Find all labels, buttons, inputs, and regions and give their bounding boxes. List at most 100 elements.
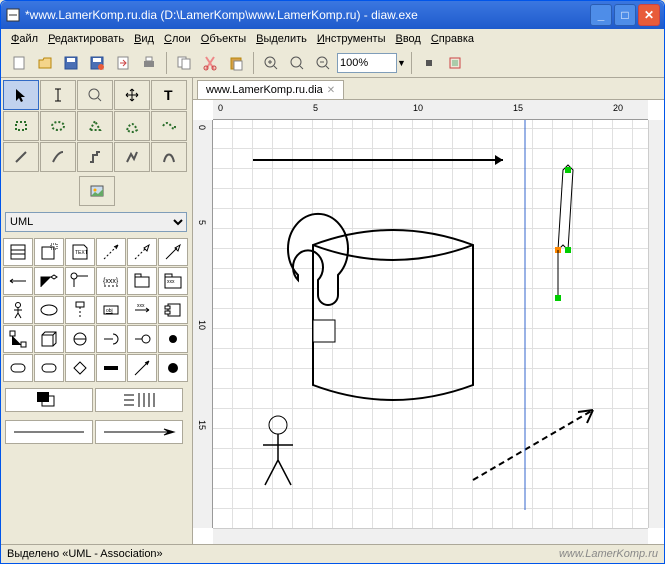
scrollbar-horizontal[interactable]	[213, 528, 648, 544]
tool-box[interactable]	[3, 111, 39, 141]
tool-zigzag[interactable]	[77, 142, 113, 172]
uml-classicon[interactable]	[65, 325, 95, 353]
uml-receptacle[interactable]	[96, 325, 126, 353]
menu-edit[interactable]: Редактировать	[44, 31, 128, 47]
uml-largepackage[interactable]: xxx	[158, 267, 188, 295]
tool-text-edit[interactable]	[40, 80, 76, 110]
uml-state[interactable]	[3, 354, 33, 382]
uml-dependency[interactable]	[96, 238, 126, 266]
uml-object[interactable]: obj	[96, 296, 126, 324]
export-button[interactable]	[111, 51, 135, 75]
menu-help[interactable]: Справка	[427, 31, 478, 47]
cut-button[interactable]	[198, 51, 222, 75]
zoom-button[interactable]	[285, 51, 309, 75]
svg-text:obj: obj	[106, 308, 113, 314]
uml-junction[interactable]	[158, 325, 188, 353]
app-icon	[5, 7, 21, 23]
uml-generalization[interactable]	[158, 238, 188, 266]
zoomin-button[interactable]	[259, 51, 283, 75]
saveas-button[interactable]	[85, 51, 109, 75]
tool-text[interactable]: T	[151, 80, 187, 110]
uml-component[interactable]	[158, 296, 188, 324]
copy-button[interactable]	[172, 51, 196, 75]
arrow-start[interactable]	[5, 420, 93, 444]
uml-constraint[interactable]: {xxx}	[96, 267, 126, 295]
tab-bar: www.LamerKomp.ru.dia ✕	[193, 78, 664, 100]
tab-close-icon[interactable]: ✕	[327, 85, 335, 96]
uml-message[interactable]: xxx	[127, 296, 157, 324]
tool-pointer[interactable]	[3, 80, 39, 110]
zoomout-button[interactable]	[311, 51, 335, 75]
uml-actor[interactable]	[3, 296, 33, 324]
status-text: Выделено «UML - Association»	[7, 548, 163, 560]
tool-line[interactable]	[3, 142, 39, 172]
statusbar: Выделено «UML - Association» www.LamerKo…	[1, 544, 664, 563]
open-button[interactable]	[33, 51, 57, 75]
tool-outline[interactable]	[151, 111, 187, 141]
scrollbar-vertical[interactable]	[648, 120, 664, 528]
menu-objects[interactable]: Объекты	[197, 31, 250, 47]
svg-text:xxx: xxx	[167, 279, 175, 285]
tool-scroll[interactable]	[114, 80, 150, 110]
uml-branch[interactable]	[65, 354, 95, 382]
arrow-end[interactable]	[95, 420, 183, 444]
window-title: *www.LamerKomp.ru.dia (D:\LamerKomp\www.…	[25, 8, 590, 22]
document-tab[interactable]: www.LamerKomp.ru.dia ✕	[197, 80, 344, 99]
uml-transition[interactable]	[127, 354, 157, 382]
tool-polyline[interactable]	[114, 142, 150, 172]
main-toolbar: ▼	[1, 49, 664, 78]
snap-toggle[interactable]	[443, 51, 467, 75]
tool-ellipse[interactable]	[40, 111, 76, 141]
paste-button[interactable]	[224, 51, 248, 75]
tool-image[interactable]	[79, 176, 115, 206]
diagram-content	[213, 120, 648, 528]
minimize-button[interactable]: _	[590, 4, 612, 26]
grid-toggle[interactable]	[417, 51, 441, 75]
menu-tools[interactable]: Инструменты	[313, 31, 390, 47]
uml-implements[interactable]	[65, 267, 95, 295]
svg-text:xxx: xxx	[137, 303, 145, 309]
uml-node[interactable]	[34, 325, 64, 353]
uml-feature[interactable]	[3, 325, 33, 353]
fg-bg-color[interactable]	[5, 388, 93, 412]
tool-beziergon[interactable]	[114, 111, 150, 141]
svg-text:T: T	[164, 87, 173, 103]
menu-layers[interactable]: Слои	[160, 31, 195, 47]
uml-aggregation[interactable]	[34, 267, 64, 295]
save-button[interactable]	[59, 51, 83, 75]
close-button[interactable]: ✕	[638, 4, 660, 26]
uml-fork[interactable]	[96, 354, 126, 382]
zoom-input[interactable]	[337, 53, 397, 73]
uml-note[interactable]: TEXT	[65, 238, 95, 266]
ruler-vertical: 0 5 10 15	[193, 120, 213, 528]
maximize-button[interactable]: □	[614, 4, 636, 26]
new-button[interactable]	[7, 51, 31, 75]
menu-view[interactable]: Вид	[130, 31, 158, 47]
toolbox-panel: T UML TEXT	[1, 78, 193, 544]
canvas[interactable]	[213, 120, 648, 528]
uml-initial[interactable]	[158, 354, 188, 382]
shape-palette: TEXT {xxx} xxx obj xxx	[1, 236, 192, 384]
print-button[interactable]	[137, 51, 161, 75]
uml-provide[interactable]	[127, 325, 157, 353]
tool-bezier[interactable]	[151, 142, 187, 172]
uml-realizes[interactable]	[127, 238, 157, 266]
titlebar[interactable]: *www.LamerKomp.ru.dia (D:\LamerKomp\www.…	[1, 1, 664, 29]
tool-polygon[interactable]	[77, 111, 113, 141]
tool-magnify[interactable]	[77, 80, 113, 110]
menu-file[interactable]: ФФайлайл	[7, 31, 42, 47]
watermark: www.LamerKomp.ru	[559, 548, 658, 560]
tool-arc[interactable]	[40, 142, 76, 172]
line-styles[interactable]	[95, 388, 183, 412]
uml-lifeline[interactable]	[65, 296, 95, 324]
uml-activity[interactable]	[34, 354, 64, 382]
uml-template[interactable]	[34, 238, 64, 266]
uml-usecase[interactable]	[34, 296, 64, 324]
menu-select[interactable]: Выделить	[252, 31, 311, 47]
uml-smallpackage[interactable]	[127, 267, 157, 295]
menu-input[interactable]: Ввод	[391, 31, 424, 47]
uml-association[interactable]	[3, 267, 33, 295]
menubar: ФФайлайл Редактировать Вид Слои Объекты …	[1, 29, 664, 49]
uml-class[interactable]	[3, 238, 33, 266]
shapeset-select[interactable]: UML	[5, 212, 187, 232]
